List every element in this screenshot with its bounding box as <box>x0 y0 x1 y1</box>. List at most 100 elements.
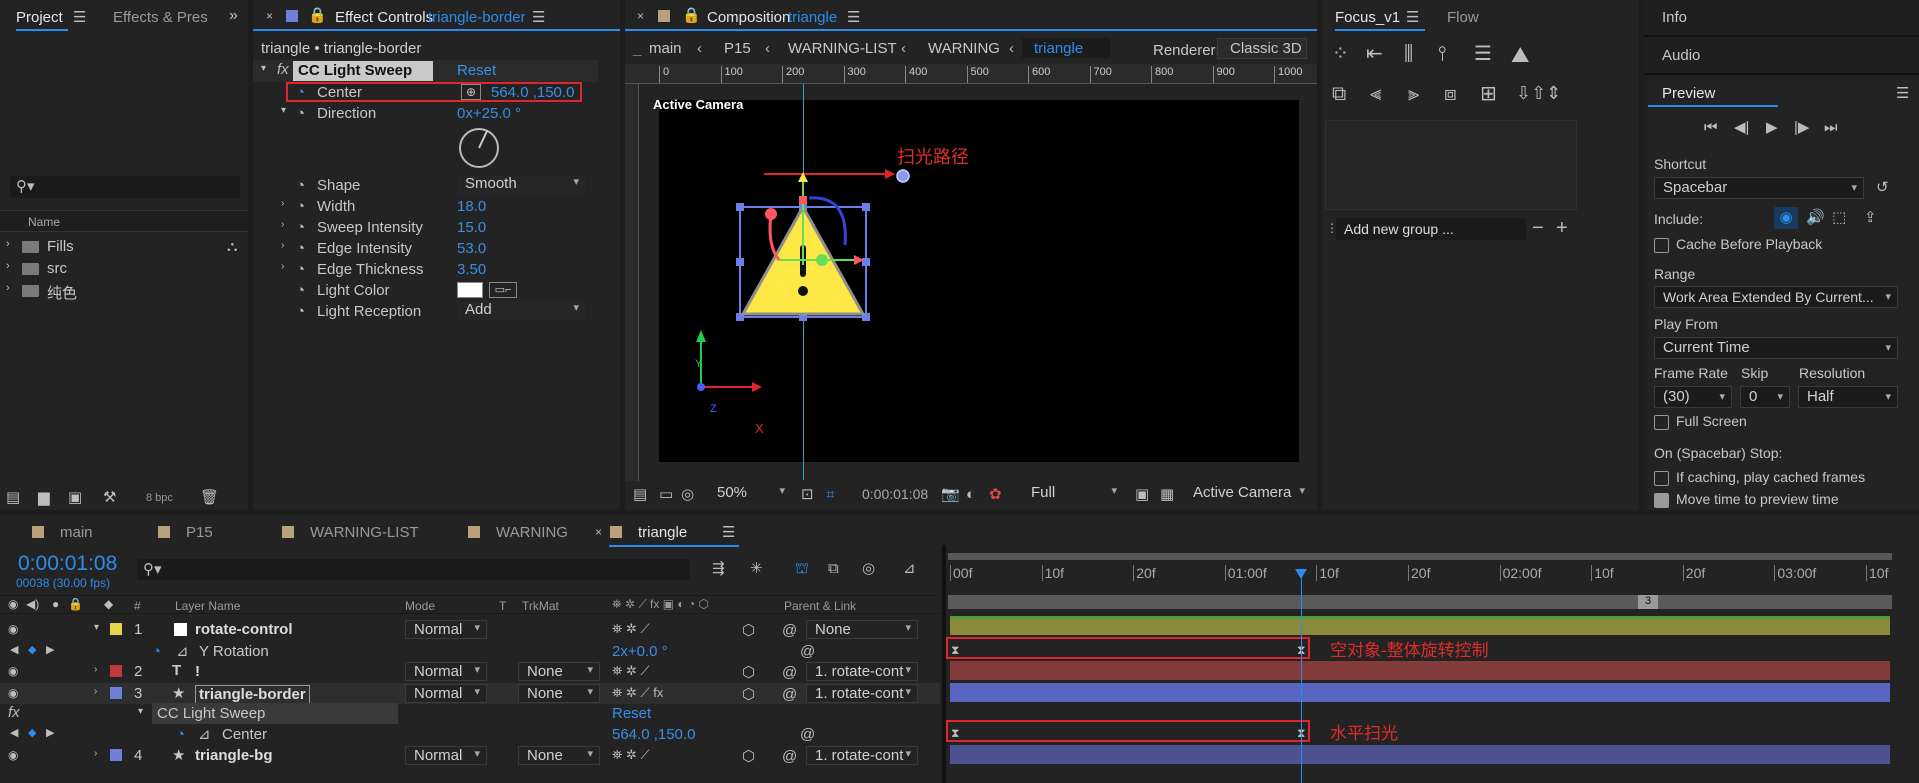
menu-icon[interactable]: ☰ <box>722 525 735 540</box>
layer-label-color[interactable] <box>110 665 122 677</box>
layer-label-color[interactable] <box>110 687 122 699</box>
pickwhip-icon[interactable]: @ <box>782 665 797 680</box>
keyframe-add-icon[interactable]: ◆ <box>28 728 36 739</box>
show-snapshot-icon[interactable]: ◐ <box>966 487 975 502</box>
minus-icon[interactable]: − <box>1532 218 1544 238</box>
overflow-chevron-icon[interactable]: » <box>229 8 238 24</box>
pickwhip-icon[interactable]: @ <box>782 687 797 702</box>
pickwhip-icon[interactable]: @ <box>782 749 797 764</box>
close-icon[interactable]: × <box>637 10 644 22</box>
fx-icon[interactable]: fx <box>277 61 289 78</box>
parent-select[interactable]: None ▾ <box>806 620 918 639</box>
tab-project[interactable]: Project <box>16 9 63 26</box>
stopwatch-icon[interactable]: ◔ <box>296 106 305 121</box>
safe-zones-icon[interactable]: ⌗ <box>826 487 834 502</box>
search-field[interactable]: ⚲▾ <box>10 176 240 198</box>
visibility-eye-icon[interactable]: ◉ <box>8 623 18 635</box>
mask-visibility-icon[interactable]: ◎ <box>681 487 694 502</box>
next-frame-icon[interactable]: |▶ <box>1794 120 1809 135</box>
reset-icon[interactable]: ↺ <box>1876 180 1889 195</box>
keyframe-nav-left-icon[interactable]: ◀ <box>10 728 18 739</box>
effect-reset-button[interactable]: Reset <box>612 705 651 722</box>
layer-switches[interactable]: ⛯ ✲ ⟋ <box>612 663 650 679</box>
menu-icon[interactable]: ☰ <box>847 10 860 25</box>
collapse-arrow-icon[interactable]: ▾ <box>261 64 266 74</box>
pickwhip-icon[interactable]: @ <box>800 727 815 742</box>
stopwatch-icon[interactable]: ◔ <box>152 644 161 659</box>
stopwatch-icon[interactable]: ◔ <box>176 727 185 742</box>
y-rotation-value[interactable]: 2x+0.0 ° <box>612 643 668 660</box>
playhead-handle[interactable] <box>1295 569 1307 579</box>
stopwatch-icon[interactable]: ◔ <box>296 178 305 193</box>
effect-reset-button[interactable]: Reset <box>457 62 496 79</box>
layer-row[interactable]: ◉ ▾ 1 rotate-control Normal ▾ ⛯ ✲ ⟋ ⬡ @ None ▾ <box>0 619 940 640</box>
prop-value[interactable]: 3.50 <box>457 261 486 278</box>
breadcrumb-warning-list[interactable]: WARNING-LIST <box>788 40 897 57</box>
expand-arrow-icon[interactable]: › <box>6 261 10 272</box>
distribute-icon[interactable]: ⫼ <box>1404 44 1413 64</box>
blend-mode-select[interactable]: Normal ▾ <box>405 684 487 703</box>
fit-icon[interactable]: ⊡ <box>801 487 814 502</box>
close-icon[interactable]: × <box>266 10 273 22</box>
prop-value[interactable]: 15.0 <box>457 219 486 236</box>
keyframe-icon[interactable]: ⫸ <box>1408 84 1419 104</box>
tab-main[interactable]: main <box>60 524 93 541</box>
blend-mode-select[interactable]: Normal ▾ <box>405 620 487 639</box>
expand-arrow-icon[interactable]: › <box>281 220 284 230</box>
breadcrumb-main[interactable]: main <box>649 40 682 57</box>
expand-arrow-icon[interactable]: › <box>94 687 97 697</box>
expand-arrow-icon[interactable]: › <box>94 665 97 675</box>
layer-row[interactable]: ◉ › 3 ★ triangle-border Normal ▾ None ▾ ⛯ ✲ ⟋ fx ⬡… <box>0 683 940 704</box>
resolution-select[interactable]: Full ▾ <box>1023 484 1123 505</box>
blend-mode-select[interactable]: Normal ▾ <box>405 662 487 681</box>
comp-title[interactable]: Composition <box>707 9 790 26</box>
add-group-input[interactable]: Add new group ... <box>1336 218 1526 240</box>
layer-name[interactable]: triangle-border <box>195 685 310 704</box>
new-composition-icon[interactable]: ▣ <box>68 490 82 505</box>
keyframe-nav-right-icon[interactable]: ▶ <box>46 645 54 656</box>
expand-arrow-icon[interactable]: › <box>94 749 97 759</box>
keyframe-left-icon[interactable]: ⫷ <box>1370 84 1381 104</box>
parent-select[interactable]: 1. rotate-cont ▾ <box>806 746 918 765</box>
pickwhip-icon[interactable]: @ <box>782 623 797 638</box>
breadcrumb-warning[interactable]: WARNING <box>928 40 1000 57</box>
keyframe-add-icon[interactable]: ⧈ <box>1444 84 1457 104</box>
expand-arrow-icon[interactable]: ▾ <box>281 106 286 116</box>
anchor-icon[interactable]: ⫯ <box>1438 44 1447 64</box>
prop-value[interactable]: 18.0 <box>457 198 486 215</box>
audio-header[interactable]: Audio <box>1662 47 1700 64</box>
graph-icon[interactable]: ⊿ <box>198 727 211 742</box>
shape-select[interactable]: Smooth ▾ <box>457 175 585 194</box>
visibility-eye-icon[interactable]: ◉ <box>8 687 18 699</box>
layer-name[interactable]: triangle-bg <box>195 747 273 764</box>
play-from-select[interactable]: Current Time ▾ <box>1654 337 1898 359</box>
graph-editor-icon[interactable]: ⊿ <box>903 561 916 576</box>
camera-select[interactable]: Active Camera ▾ <box>1185 484 1311 505</box>
viewer-timecode[interactable]: 0:00:01:08 <box>862 486 928 502</box>
menu-icon[interactable]: ☰ <box>1896 86 1909 101</box>
stopwatch-icon[interactable]: ◔ <box>296 241 305 256</box>
tab-flow[interactable]: Flow <box>1447 9 1479 26</box>
timeline-search[interactable]: ⚲▾ <box>137 559 690 580</box>
prev-frame-icon[interactable]: ◀| <box>1734 120 1749 135</box>
tab-warning[interactable]: WARNING <box>496 524 568 541</box>
channels-icon[interactable]: ✿ <box>989 487 1002 502</box>
effect-name[interactable]: CC Light Sweep <box>298 62 412 79</box>
align-left-icon[interactable]: ⇤ <box>1366 44 1383 64</box>
expand-arrow-icon[interactable]: › <box>281 199 284 209</box>
layer-name[interactable]: rotate-control <box>195 621 293 638</box>
effect-controls-target[interactable]: triangle-border <box>428 9 526 26</box>
always-preview-icon[interactable]: ▤ <box>633 487 647 502</box>
move-time-checkbox[interactable] <box>1654 493 1669 508</box>
stopwatch-icon[interactable]: ◔ <box>296 262 305 277</box>
adjust-icon[interactable]: ⚒ <box>103 490 116 505</box>
layer-label-color[interactable] <box>110 623 122 635</box>
menu-icon[interactable]: ☰ <box>73 10 86 25</box>
preview-header[interactable]: Preview <box>1662 85 1715 102</box>
expand-arrow-icon[interactable]: › <box>6 239 10 250</box>
motion-blur-icon[interactable]: ◎ <box>862 561 875 576</box>
prop-value[interactable]: 0x+25.0 ° <box>457 105 521 122</box>
blend-mode-select[interactable]: Normal ▾ <box>405 746 487 765</box>
collapse-arrow-icon[interactable]: ▾ <box>94 623 99 633</box>
cache-before-playback-checkbox[interactable] <box>1654 238 1669 253</box>
